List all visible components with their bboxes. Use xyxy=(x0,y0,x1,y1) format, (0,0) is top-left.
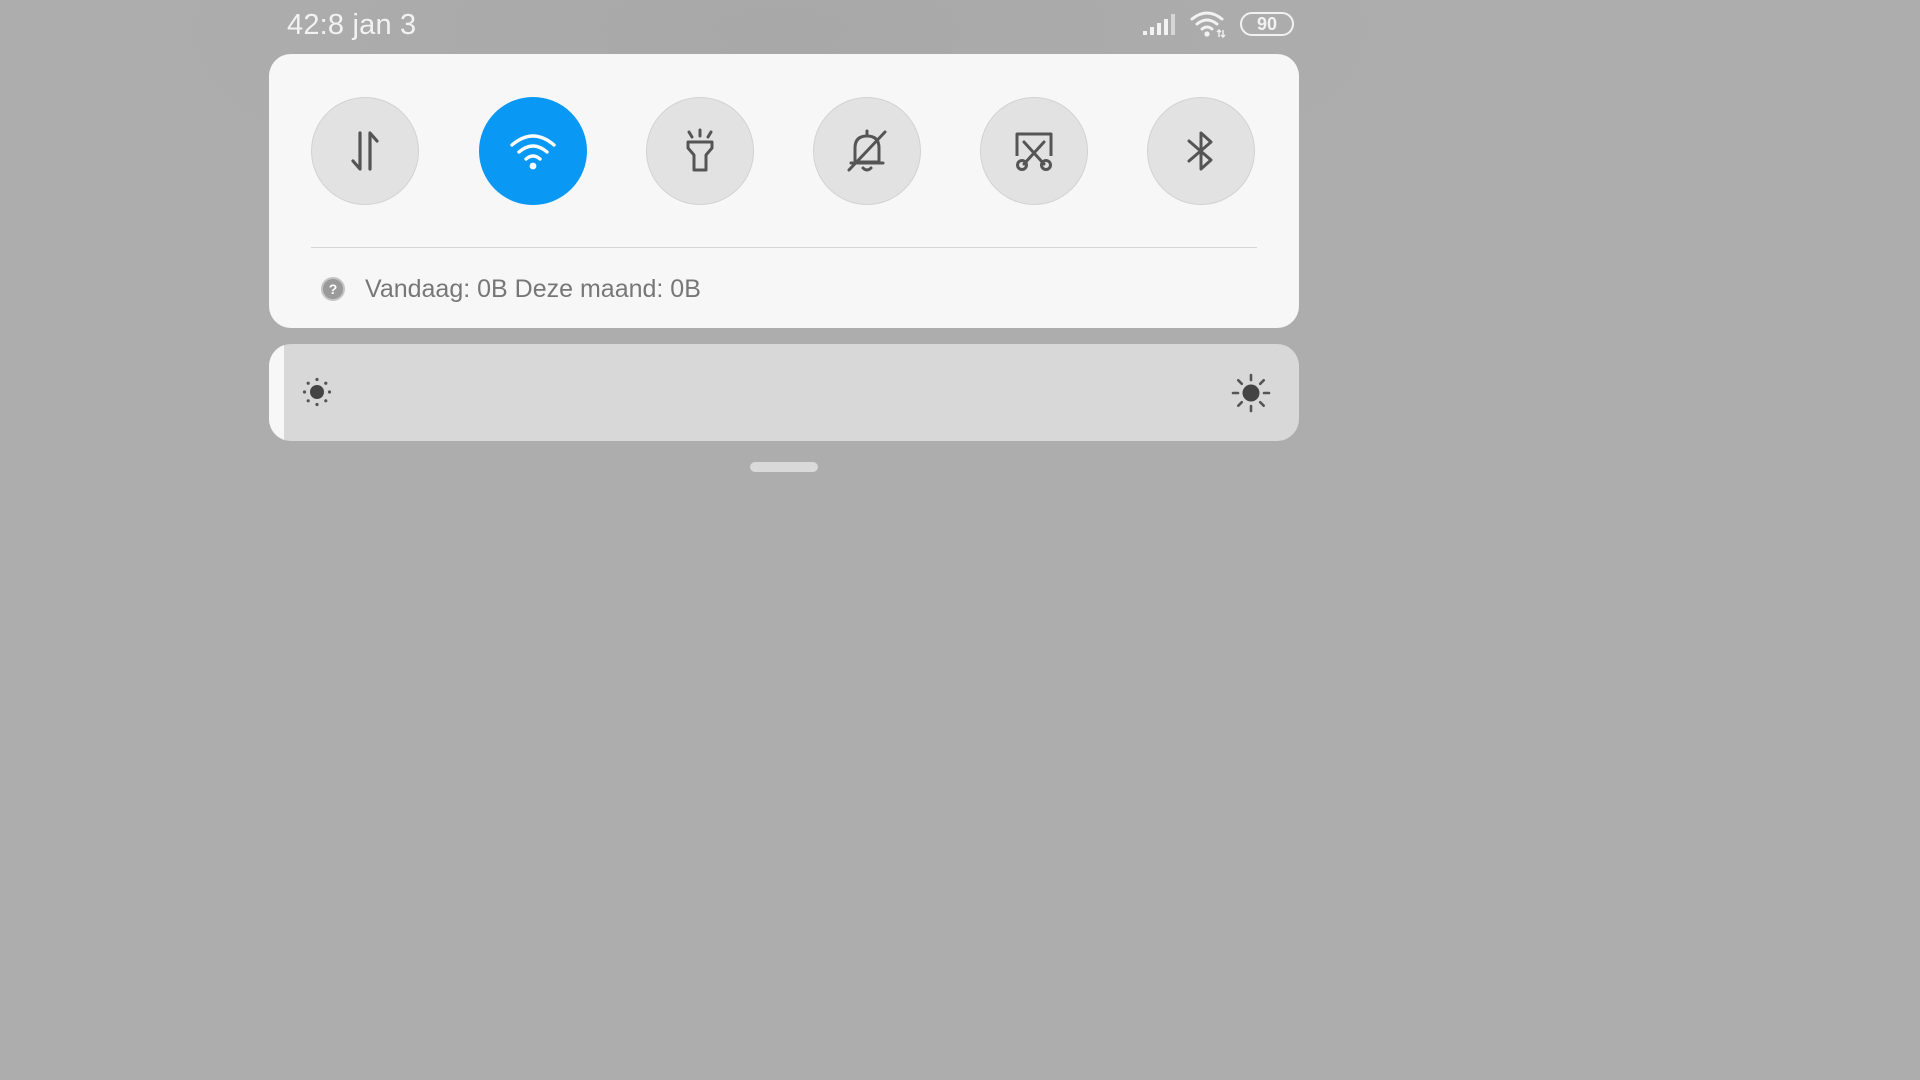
status-icons: 90 xyxy=(1142,10,1294,38)
brightness-fill xyxy=(269,344,285,441)
status-time: 42:8 jan 3 xyxy=(287,9,417,41)
battery-icon: 90 xyxy=(1240,12,1294,36)
flashlight-toggle[interactable] xyxy=(646,97,754,205)
quick-settings-panel: ? Vandaag: 0B Deze maand: 0B xyxy=(269,54,1299,328)
battery-level: 90 xyxy=(1256,14,1278,34)
sun-large-icon xyxy=(1231,373,1271,413)
silent-toggle[interactable] xyxy=(813,97,921,205)
signal-icon xyxy=(1143,14,1175,35)
wifi-toggle[interactable] xyxy=(479,97,587,205)
scissors-icon xyxy=(1015,132,1053,171)
data-usage-text: Vandaag: 0B Deze maand: 0B xyxy=(365,274,701,303)
help-icon[interactable]: ? xyxy=(321,277,345,301)
data-usage-row[interactable]: ? Vandaag: 0B Deze maand: 0B xyxy=(321,274,701,304)
mobile-data-toggle[interactable] xyxy=(311,97,419,205)
brightness-slider[interactable] xyxy=(269,344,1299,441)
bluetooth-icon xyxy=(1187,131,1213,171)
screenshot-toggle[interactable] xyxy=(980,97,1088,205)
arrows-up-down-icon xyxy=(351,131,379,171)
sun-small-icon xyxy=(302,377,332,407)
wifi-icon xyxy=(510,134,556,170)
wifi-icon xyxy=(1190,11,1226,38)
divider xyxy=(311,247,1257,248)
panel-drag-handle[interactable] xyxy=(750,462,818,472)
flashlight-icon xyxy=(686,128,714,172)
bell-off-icon xyxy=(847,129,887,172)
bluetooth-toggle[interactable] xyxy=(1147,97,1255,205)
